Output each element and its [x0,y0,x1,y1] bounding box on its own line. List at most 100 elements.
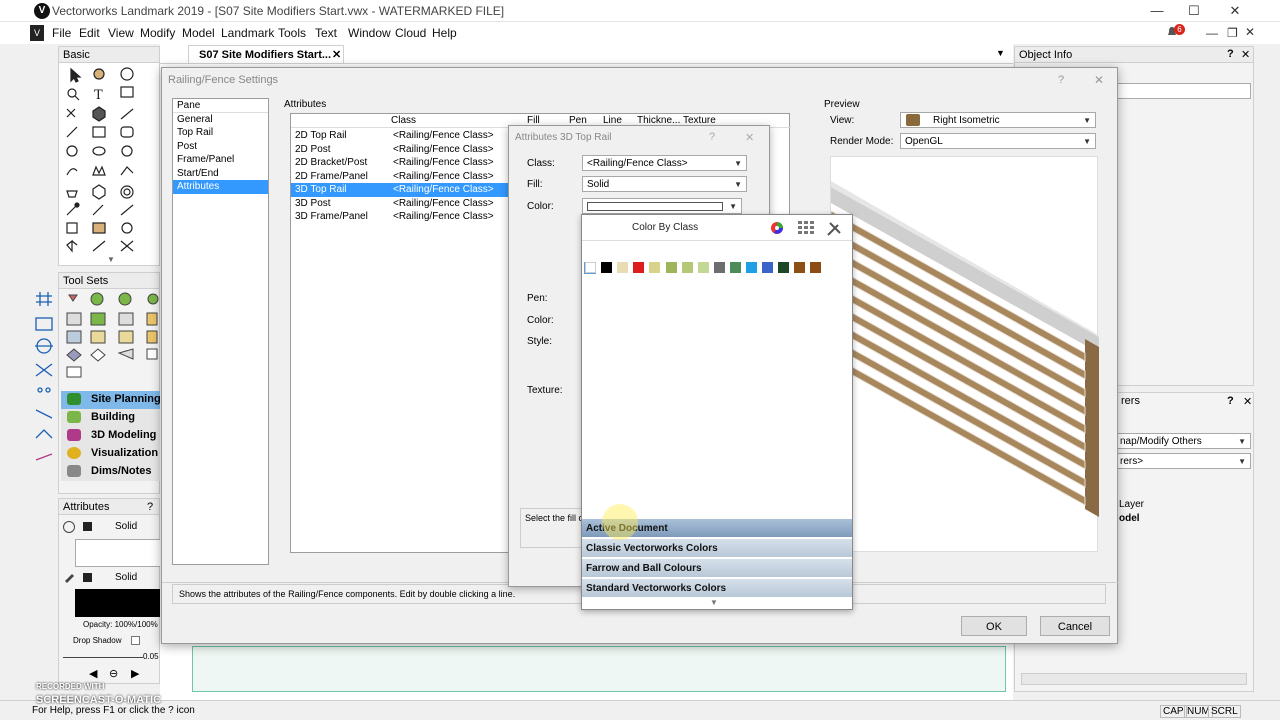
row-class: <Railing/Fence Class> [393,184,494,195]
navigation-close-icon[interactable]: ✕ [1243,395,1252,408]
fill-select[interactable]: Solid ▼ [582,176,747,192]
color-wheel-icon[interactable] [770,221,784,235]
menu-model[interactable]: Model [182,26,215,40]
mdi-minimize-icon[interactable]: — [1206,26,1218,40]
tab-dropdown-icon[interactable]: ▼ [996,48,1005,58]
layer-mode-select[interactable]: nap/Modify Others ▼ [1115,433,1251,449]
opacity-label[interactable]: Opacity: 100%/100% [83,620,158,629]
object-info-field[interactable] [1115,83,1251,99]
table-row[interactable]: 2D Bracket/Post <Railing/Fence Class> [291,156,511,170]
line-weight-value[interactable]: 0.05 [143,652,159,661]
color-swatch[interactable] [794,262,806,273]
dialog-title: Railing/Fence Settings [168,74,279,86]
pane-item-post[interactable]: Post [173,140,268,154]
mdi-close-icon[interactable]: ✕ [1245,25,1255,39]
fill-color-select[interactable]: ▼ [582,198,742,214]
sub-dialog-close-icon[interactable]: ✕ [745,131,754,144]
menu-text[interactable]: Text [315,26,337,40]
cursor-highlight [602,504,638,540]
color-swatch[interactable] [617,262,629,273]
menu-landmark[interactable]: Landmark [221,26,274,40]
layer-model-item[interactable]: odel [1119,513,1140,524]
line-weight-line [63,657,143,658]
color-swatch[interactable] [681,262,693,273]
color-swatch[interactable] [601,262,613,273]
category-farrow-and-ball-colours[interactable]: Farrow and Ball Colours [582,558,852,577]
arrow-right-icon[interactable]: ▶ [131,667,139,680]
col-class[interactable]: Class [391,115,416,126]
preview-canvas [830,156,1099,552]
railing-preview-render [830,181,1099,517]
sub-dialog-help-icon[interactable]: ? [709,131,715,143]
menu-edit[interactable]: Edit [79,26,100,40]
menu-help[interactable]: Help [432,26,457,40]
pane-item-frame-panel[interactable]: Frame/Panel [173,153,268,167]
fill-style-label[interactable]: Solid [115,521,137,532]
navigation-scrollbar[interactable] [1021,673,1247,685]
dialog-close-icon[interactable]: ✕ [1094,73,1104,87]
table-row[interactable]: 3D Frame/Panel <Railing/Fence Class> [291,210,511,224]
arrow-left-icon[interactable]: ◀ [89,667,97,680]
table-row-selected[interactable]: 3D Top Rail <Railing/Fence Class> [291,183,511,197]
color-swatch[interactable] [665,262,677,273]
document-tab[interactable]: S07 Site Modifiers Start... ✕ [188,45,344,63]
menu-view[interactable]: View [108,26,134,40]
menu-cloud[interactable]: Cloud [395,26,426,40]
pane-item-general[interactable]: General [173,113,268,127]
popup-scroll-down-icon[interactable]: ▼ [710,598,718,607]
color-swatch[interactable] [649,262,661,273]
mdi-restore-icon[interactable]: ❐ [1227,26,1238,40]
class-select[interactable]: <Railing/Fence Class> ▼ [582,155,747,171]
color-swatch[interactable] [729,262,741,273]
object-info-help-icon[interactable]: ? [1227,48,1234,60]
fill-color-swatch[interactable] [83,522,92,531]
cancel-button[interactable]: Cancel [1040,616,1110,636]
pen-style-label[interactable]: Solid [115,572,137,583]
ok-button[interactable]: OK [961,616,1027,636]
render-mode-select[interactable]: OpenGL ▼ [900,133,1096,149]
others-select[interactable]: rers> ▼ [1115,453,1251,469]
pane-item-top-rail[interactable]: Top Rail [173,126,268,140]
link-icon[interactable]: ⊖ [109,667,118,680]
palette-grid-icon[interactable] [798,221,816,235]
table-row[interactable]: 3D Post <Railing/Fence Class> [291,197,511,211]
drop-shadow-checkbox[interactable] [131,636,140,645]
attributes-help-icon[interactable]: ? [147,499,153,515]
object-info-close-icon[interactable]: ✕ [1241,48,1250,61]
color-swatch[interactable] [762,262,774,273]
color-swatch[interactable] [633,262,645,273]
color-swatch[interactable] [746,262,757,273]
pen-color-swatch[interactable] [83,573,92,582]
dialog-help-icon[interactable]: ? [1058,74,1064,86]
maximize-button[interactable]: ☐ [1171,0,1217,22]
view-select[interactable]: Right Isometric ▼ [900,112,1096,128]
color-popup-header: Color By Class [582,215,852,241]
table-row[interactable]: 2D Top Rail <Railing/Fence Class> [291,129,511,143]
menu-tools[interactable]: Tools [278,26,306,40]
document-tab-close-icon[interactable]: ✕ [332,48,341,61]
snapping-palette[interactable] [32,290,56,470]
house-icon [906,114,920,126]
pane-item-attributes[interactable]: Attributes [173,180,268,194]
navigation-help-icon[interactable]: ? [1227,395,1234,407]
class-label: Class: [527,158,555,169]
row-class: <Railing/Fence Class> [393,143,494,155]
pane-item-start-end[interactable]: Start/End [173,167,268,181]
table-row[interactable]: 2D Frame/Panel <Railing/Fence Class> [291,170,511,184]
color-swatch[interactable] [585,262,596,273]
menu-window[interactable]: Window [348,26,391,40]
color-swatch[interactable] [810,262,822,273]
table-row[interactable]: 2D Post <Railing/Fence Class> [291,143,511,157]
menu-modify[interactable]: Modify [140,26,175,40]
layer-column-header[interactable]: Layer [1119,499,1144,510]
color-swatch[interactable] [713,262,725,273]
color-swatch[interactable] [697,262,709,273]
basic-scroll-icon[interactable]: ▼ [107,255,115,264]
color-swatch[interactable] [778,262,790,273]
category-classic-vectorworks-colors[interactable]: Classic Vectorworks Colors [582,538,852,557]
close-button[interactable]: ✕ [1212,0,1258,22]
menu-file[interactable]: File [52,26,71,40]
tools-icon[interactable] [826,221,842,237]
color-by-class-button[interactable]: Color By Class [632,222,698,233]
category-standard-vectorworks-colors[interactable]: Standard Vectorworks Colors [582,578,852,597]
